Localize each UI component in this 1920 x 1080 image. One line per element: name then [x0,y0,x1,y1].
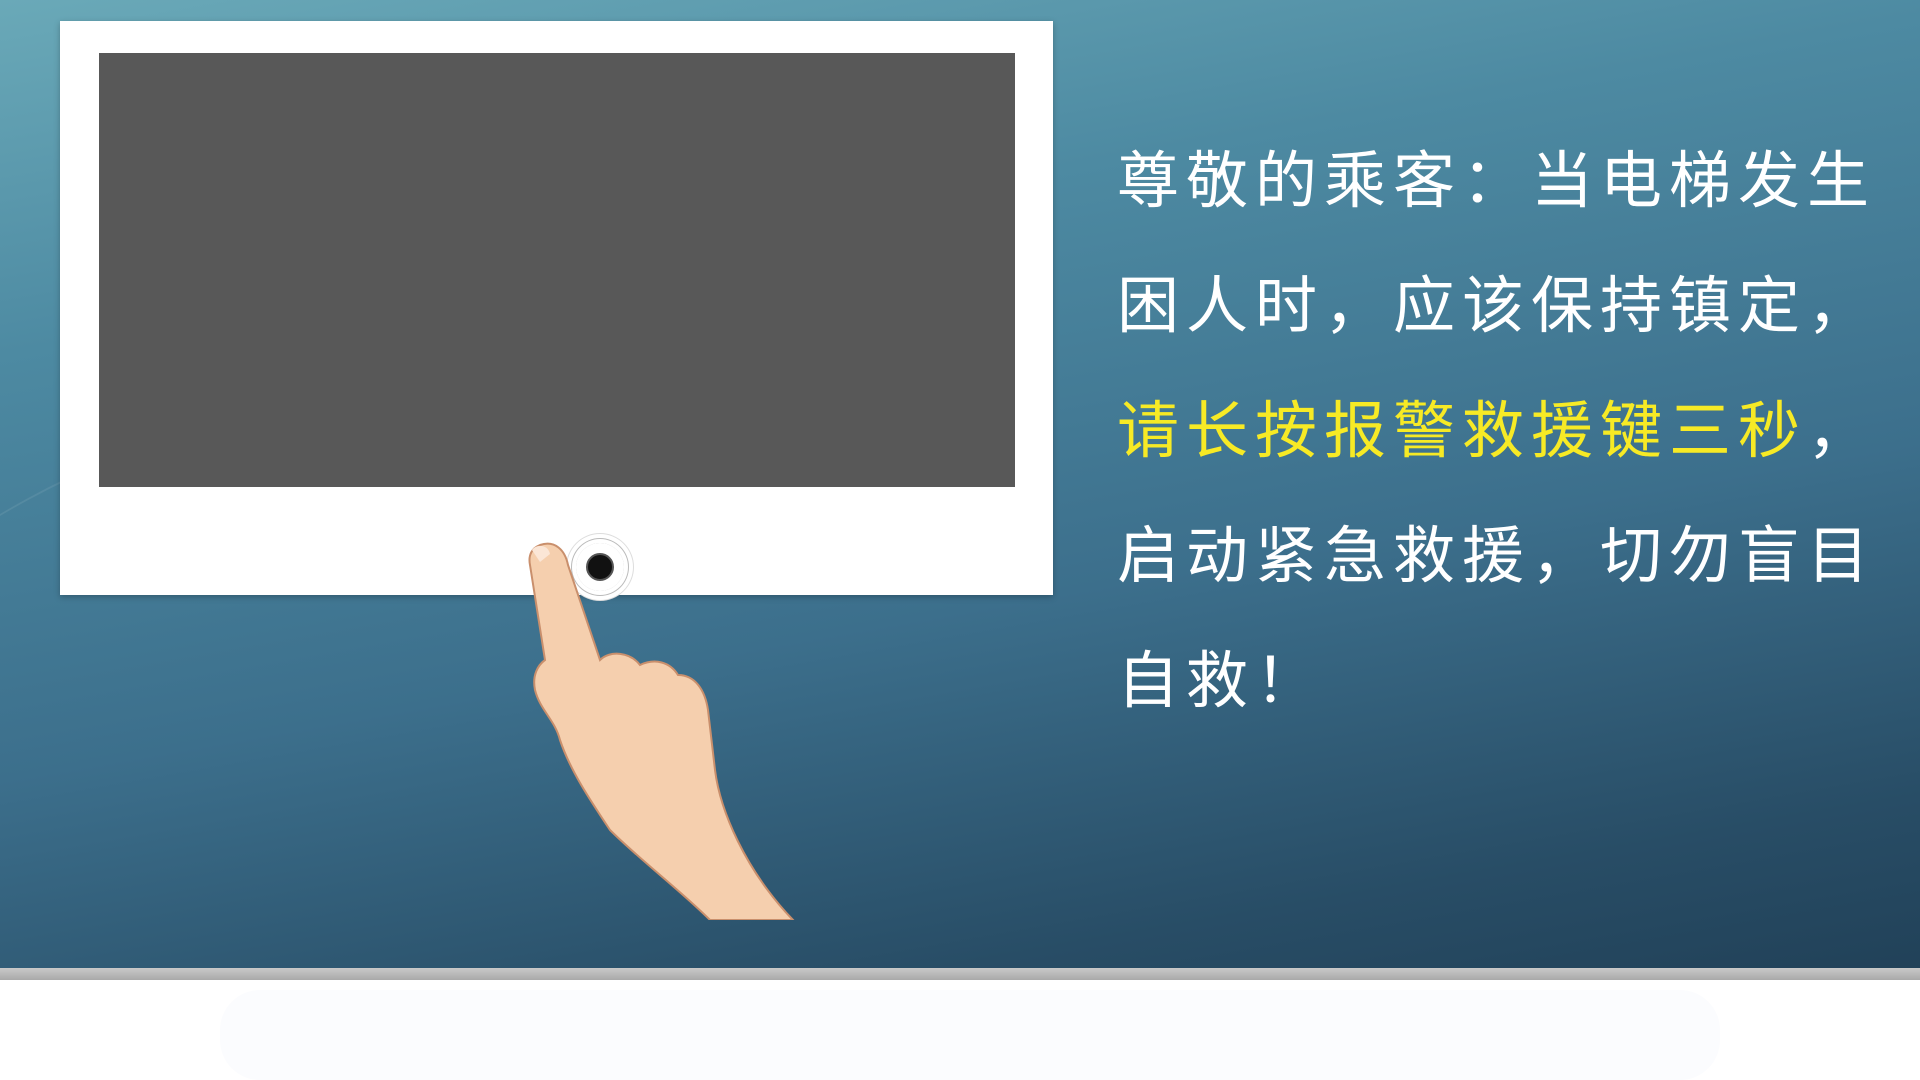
safety-message: 尊敬的乘客：当电梯发生困人时，应该保持镇定，请长按报警救援键三秒，启动紧急救援，… [1117,118,1907,743]
message-highlight: 请长按报警救援键三秒 [1117,394,1808,467]
message-text: 尊敬的乘客：当电梯发生困人时，应该保持镇定， [1117,144,1877,342]
footer-panel [220,990,1720,1080]
device-panel [60,21,1053,595]
footer-divider [0,968,1920,980]
pointing-hand-icon [528,542,795,920]
device-screen [99,53,1015,487]
footer-area [0,980,1920,1080]
